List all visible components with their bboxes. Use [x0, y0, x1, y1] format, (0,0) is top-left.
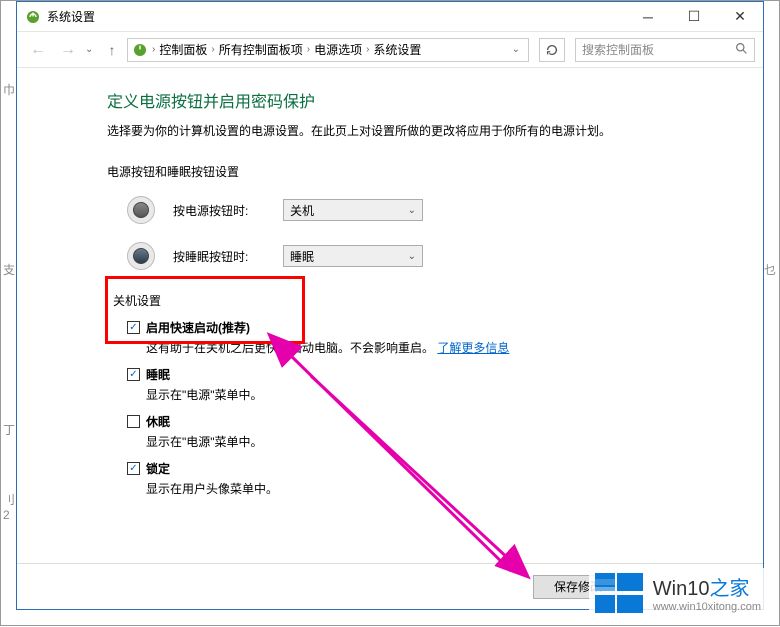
power-icon [127, 196, 155, 224]
sleep-button-label: 按睡眠按钮时: [173, 248, 283, 265]
navbar: ← → ⌄ ↑ › 控制面板 › 所有控制面板项 › 电源选项 › 系统设置 [17, 32, 763, 68]
content-area: 定义电源按钮并启用密码保护 选择要为你的计算机设置的电源设置。在此页上对设置所做… [17, 68, 763, 497]
window-title: 系统设置 [47, 8, 95, 25]
chevron-down-icon[interactable]: ⌄ [512, 44, 520, 55]
chevron-right-icon: › [152, 44, 155, 55]
power-button-select[interactable]: 关机 ⌄ [283, 199, 423, 221]
app-icon [25, 9, 41, 25]
power-button-row: 按电源按钮时: 关机 ⌄ [127, 196, 763, 224]
option-sleep: ✓ 睡眠 显示在"电源"菜单中。 [127, 366, 763, 403]
watermark-url: www.win10xitong.com [653, 601, 761, 613]
option-fast-start: ✓ 启用快速启动(推荐) 这有助于在关机之后更快地启动电脑。不会影响重启。 了解… [127, 319, 763, 356]
option-lock: ✓ 锁定 显示在用户头像菜单中。 [127, 460, 763, 497]
chevron-down-icon: ⌄ [408, 251, 416, 262]
learn-more-link[interactable]: 了解更多信息 [437, 341, 509, 355]
search-placeholder: 搜索控制面板 [582, 41, 654, 58]
watermark: Win10之家 www.win10xitong.com [589, 568, 767, 617]
shutdown-section-label: 关机设置 [113, 292, 749, 309]
checkbox-sleep[interactable]: ✓ [127, 368, 140, 381]
power-button-value: 关机 [290, 202, 314, 219]
search-input[interactable]: 搜索控制面板 [575, 38, 755, 62]
option-label: 睡眠 [146, 366, 170, 383]
sleep-button-select[interactable]: 睡眠 ⌄ [283, 245, 423, 267]
app-window: 系统设置 ─ ☐ ✕ ← → ⌄ ↑ › 控制面板 › 所 [16, 1, 764, 610]
breadcrumb-item[interactable]: 系统设置 [373, 41, 421, 58]
option-desc: 显示在"电源"菜单中。 [146, 386, 763, 403]
option-hibernate: 休眠 显示在"电源"菜单中。 [127, 413, 763, 450]
option-label: 启用快速启动(推荐) [146, 319, 250, 336]
power-button-label: 按电源按钮时: [173, 202, 283, 219]
chevron-right-icon: › [307, 44, 310, 55]
breadcrumb-item[interactable]: 所有控制面板项 [219, 41, 303, 58]
page-subtext: 选择要为你的计算机设置的电源设置。在此页上对设置所做的更改将应用于你所有的电源计… [107, 122, 763, 139]
option-desc-text: 这有助于在关机之后更快地启动电脑。不会影响重启。 [146, 341, 434, 355]
sleep-button-row: 按睡眠按钮时: 睡眠 ⌄ [127, 242, 763, 270]
button-section-label: 电源按钮和睡眠按钮设置 [107, 163, 763, 180]
watermark-brand: Win10之家 [653, 572, 761, 601]
nav-forward-button[interactable]: → [55, 37, 81, 63]
edge-decor: 巾 [3, 81, 15, 98]
chevron-down-icon: ⌄ [408, 205, 416, 216]
breadcrumb[interactable]: › 控制面板 › 所有控制面板项 › 电源选项 › 系统设置 ⌄ [127, 38, 529, 62]
close-button[interactable]: ✕ [717, 2, 763, 32]
breadcrumb-item[interactable]: 控制面板 [159, 41, 207, 58]
nav-back-button[interactable]: ← [25, 37, 51, 63]
refresh-button[interactable] [539, 38, 565, 62]
checkbox-fast-start[interactable]: ✓ [127, 321, 140, 334]
chevron-right-icon: › [366, 44, 369, 55]
nav-up-button[interactable]: ↑ [101, 42, 123, 58]
windows-logo-icon [595, 573, 643, 613]
page-heading: 定义电源按钮并启用密码保护 [107, 88, 763, 112]
minimize-button[interactable]: ─ [625, 2, 671, 32]
nav-history-dropdown[interactable]: ⌄ [85, 44, 97, 55]
option-desc: 显示在"电源"菜单中。 [146, 433, 763, 450]
checkbox-lock[interactable]: ✓ [127, 462, 140, 475]
checkbox-hibernate[interactable] [127, 415, 140, 428]
option-desc: 显示在用户头像菜单中。 [146, 480, 763, 497]
edge-decor: 乜 [764, 261, 776, 278]
option-label: 休眠 [146, 413, 170, 430]
maximize-button[interactable]: ☐ [671, 2, 717, 32]
titlebar: 系统设置 ─ ☐ ✕ [17, 2, 763, 32]
sleep-icon [127, 242, 155, 270]
chevron-right-icon: › [211, 44, 214, 55]
control-panel-icon [132, 42, 148, 58]
sleep-button-value: 睡眠 [290, 248, 314, 265]
edge-decor: 丁 [3, 421, 15, 438]
edge-decor: 刂2 [3, 491, 15, 522]
edge-decor: 支 [3, 261, 15, 278]
option-desc: 这有助于在关机之后更快地启动电脑。不会影响重启。 了解更多信息 [146, 339, 763, 356]
breadcrumb-item[interactable]: 电源选项 [314, 41, 362, 58]
option-label: 锁定 [146, 460, 170, 477]
search-icon [735, 42, 748, 58]
